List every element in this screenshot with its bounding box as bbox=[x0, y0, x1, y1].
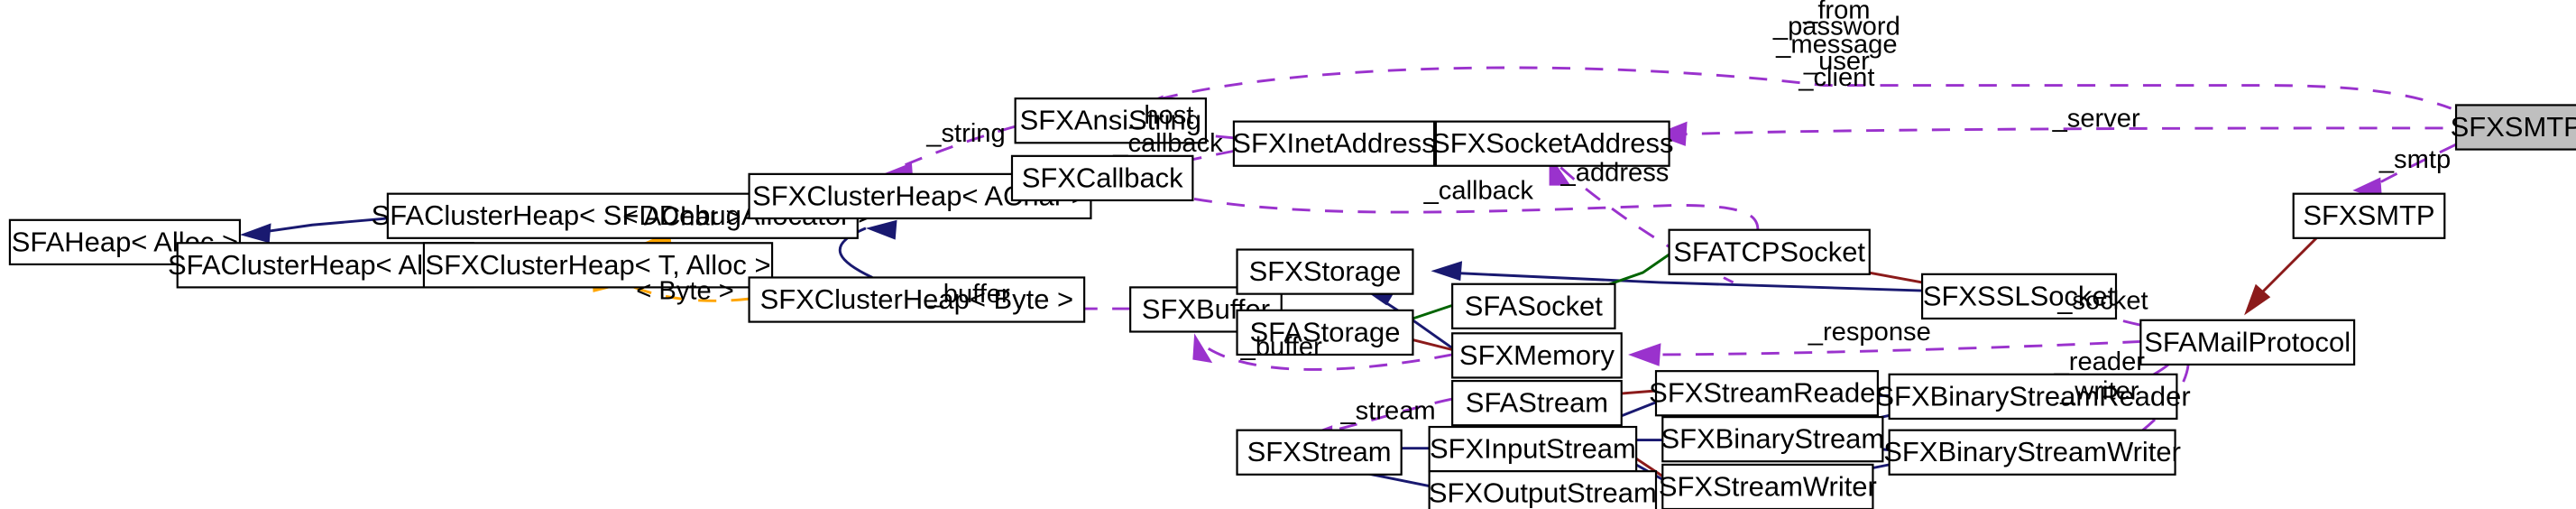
edge-label-server: _server bbox=[2052, 105, 2140, 134]
edge-label-callback: _callback bbox=[1423, 177, 1534, 206]
class-node-box[interactable] bbox=[1428, 425, 1638, 473]
edge-label-byte: < Byte > bbox=[636, 277, 733, 306]
collaboration-diagram: SFAHeap< Alloc > SFAClusterHeap< Alloc > S… bbox=[0, 0, 2576, 509]
edge-label-socket: _socket bbox=[2056, 286, 2148, 315]
class-node-box[interactable] bbox=[1451, 332, 1623, 379]
edge-usage-client-to-ansistring bbox=[1127, 66, 2452, 118]
class-node-sfamailprotocol[interactable]: SFAMailProtocol bbox=[2139, 319, 2356, 366]
class-node-sfxstreamreader[interactable]: SFXStreamReader bbox=[1649, 370, 1885, 417]
class-node-sfxstream[interactable]: SFXStream bbox=[1236, 429, 1403, 476]
class-node-box[interactable] bbox=[1451, 282, 1616, 329]
field-label-layer: _from_password_message_user_client bbox=[1772, 0, 1900, 92]
class-node-box[interactable] bbox=[1661, 416, 1884, 463]
class-node-sfxoutputstream[interactable]: SFXOutputStream bbox=[1428, 470, 1658, 509]
edge-label-buffer: _buffer bbox=[1240, 332, 1322, 361]
class-node-box[interactable] bbox=[1654, 370, 1879, 417]
class-node-sfxbinarystreamwriter[interactable]: SFXBinaryStreamWriter bbox=[1883, 429, 2181, 476]
edge-sfaclusterheapdbg-to-sfaheapalloc bbox=[239, 217, 388, 244]
class-node-box[interactable] bbox=[748, 276, 1086, 323]
class-node-box[interactable] bbox=[2292, 192, 2446, 239]
class-node-sfxstreamwriter[interactable]: SFXStreamWriter bbox=[1659, 463, 1877, 509]
class-node-sfxstorage[interactable]: SFXStorage bbox=[1236, 248, 1414, 295]
class-node-sfxinputstream[interactable]: SFXInputStream bbox=[1428, 425, 1638, 473]
field-label-client: _client bbox=[1798, 63, 1874, 92]
class-node-box[interactable] bbox=[2139, 319, 2356, 366]
class-node-box[interactable] bbox=[1428, 470, 1658, 509]
class-node-sfastream[interactable]: SFAStream bbox=[1451, 379, 1623, 427]
edge-sfxsmtp-to-sfamailprotocol bbox=[2244, 236, 2318, 316]
edge-label-stream: _stream bbox=[1339, 396, 1435, 425]
class-node-sfasocket[interactable]: SFASocket bbox=[1451, 282, 1616, 329]
edge-label-address: _address bbox=[1560, 159, 1670, 188]
class-node-sfxsmtp[interactable]: SFXSMTP bbox=[2292, 192, 2446, 239]
edge-label-string: _string bbox=[925, 119, 1005, 148]
class-node-sfxmemory[interactable]: SFXMemory bbox=[1451, 332, 1623, 379]
edge-label-host: _host bbox=[1128, 101, 1193, 130]
class-node-box[interactable] bbox=[1668, 228, 1871, 275]
edge-label-response: _response bbox=[1808, 318, 1931, 347]
class-node-box[interactable] bbox=[1236, 429, 1403, 476]
class-node-sfatcpsocket[interactable]: SFATCPSocket bbox=[1668, 228, 1871, 275]
class-node-box[interactable] bbox=[1010, 154, 1194, 202]
edge-label-smtp: _smtp bbox=[2378, 145, 2451, 174]
node-layer: SFAHeap< Alloc >SFAClusterHeap< Alloc >S… bbox=[8, 97, 2576, 509]
edge-label-callback: _callback bbox=[1112, 129, 1223, 158]
edge-label-writer: _writer bbox=[2059, 377, 2139, 406]
class-node-box[interactable] bbox=[1232, 120, 1436, 167]
diagram-canvas: SFAHeap< Alloc >SFAClusterHeap< Alloc >S… bbox=[8, 0, 2576, 509]
class-node-box[interactable] bbox=[1661, 463, 1874, 509]
class-node-box[interactable] bbox=[2454, 104, 2576, 151]
class-node-box[interactable] bbox=[1451, 379, 1623, 427]
edge-label-reader: _reader bbox=[2054, 347, 2146, 376]
edge-label-achar: < AChar > bbox=[622, 203, 741, 232]
class-node-sfxcallback[interactable]: SFXCallback bbox=[1010, 154, 1194, 202]
class-node-box[interactable] bbox=[1236, 248, 1414, 295]
class-node-sfxclusterheapbyte[interactable]: SFXClusterHeap< Byte > bbox=[748, 276, 1086, 323]
class-node-sfxbinarystreamreader[interactable]: SFXBinaryStreamReader bbox=[1875, 373, 2191, 421]
class-node-sfxinetaddress[interactable]: SFXInetAddress bbox=[1232, 120, 1436, 167]
class-node-box[interactable] bbox=[1888, 429, 2176, 476]
class-node-sfxbinarystream[interactable]: SFXBinaryStream bbox=[1661, 416, 1884, 463]
class-node-sfxsmtpsender[interactable]: SFXSMTPSender bbox=[2451, 104, 2576, 151]
edge-label-buffer: _buffer bbox=[928, 280, 1010, 309]
